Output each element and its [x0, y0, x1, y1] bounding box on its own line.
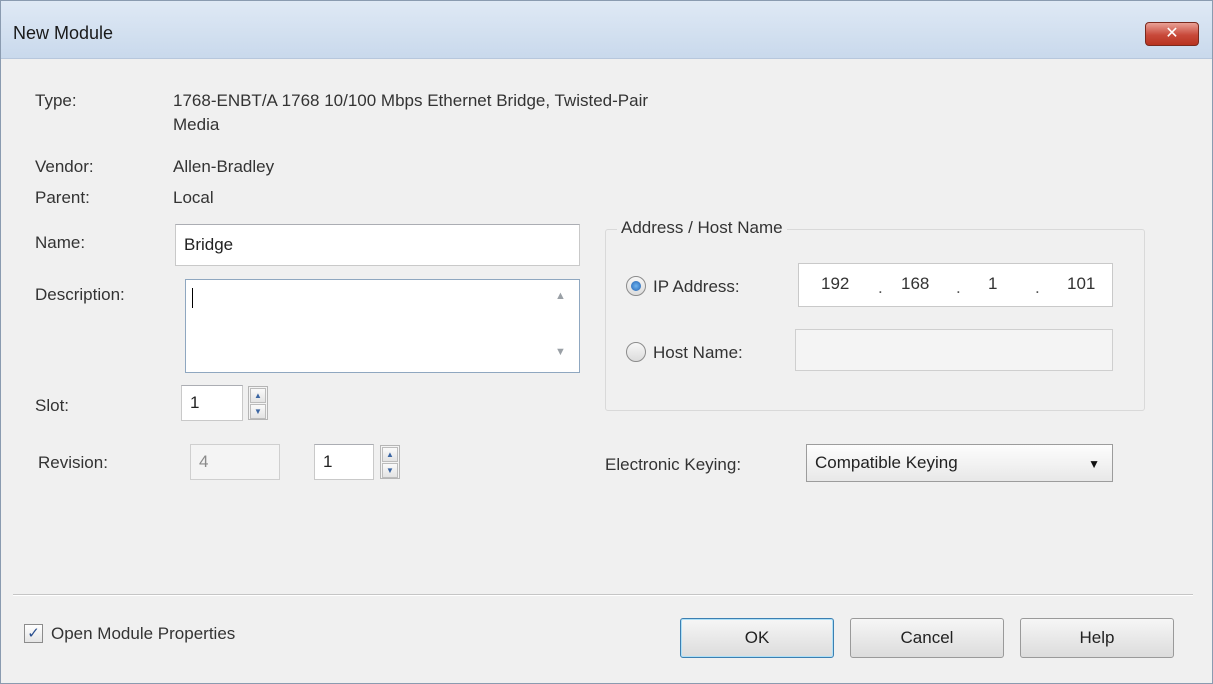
slot-label: Slot: — [35, 396, 70, 415]
spin-up-icon[interactable]: ▲ — [250, 388, 266, 403]
address-groupbox — [605, 229, 1145, 411]
window-title: New Module — [13, 23, 114, 43]
type-value-continued: Media — [173, 115, 220, 134]
host-name-input — [795, 329, 1113, 371]
vendor-label: Vendor: — [35, 157, 94, 176]
electronic-keying-label: Electronic Keying: — [605, 455, 742, 474]
ip-octet-1[interactable]: 192 — [821, 274, 849, 294]
revision-minor-value: 1 — [323, 452, 333, 471]
revision-label: Revision: — [38, 453, 108, 472]
name-label: Name: — [35, 233, 86, 252]
revision-major-input: 4 — [190, 444, 280, 480]
ip-address-label[interactable]: IP Address: — [653, 277, 740, 297]
name-input[interactable]: Bridge — [175, 224, 580, 266]
host-name-label[interactable]: Host Name: — [653, 343, 743, 363]
electronic-keying-value: Compatible Keying — [815, 453, 958, 472]
scroll-down-icon[interactable]: ▼ — [555, 346, 566, 358]
scroll-up-icon[interactable]: ▲ — [555, 290, 566, 302]
description-label: Description: — [35, 285, 125, 304]
chevron-down-icon[interactable]: ▼ — [1088, 457, 1100, 471]
slot-input-value: 1 — [190, 393, 200, 412]
spin-down-icon[interactable]: ▼ — [382, 463, 398, 478]
ip-address-radio[interactable] — [626, 276, 646, 296]
ip-octet-4[interactable]: 101 — [1067, 274, 1095, 294]
revision-spinner[interactable]: ▲ ▼ — [380, 445, 400, 479]
ok-button-label: OK — [744, 628, 770, 647]
close-icon: ✕ — [1165, 25, 1179, 42]
spin-up-icon[interactable]: ▲ — [382, 447, 398, 462]
revision-minor-input[interactable]: 1 — [314, 444, 374, 480]
open-module-properties-checkbox[interactable]: ✓ — [24, 624, 43, 643]
ip-octet-3[interactable]: 1 — [988, 274, 997, 294]
cancel-button-label: Cancel — [900, 628, 954, 647]
parent-label: Parent: — [35, 188, 90, 207]
ip-address-input[interactable]: 192 . 168 . 1 . 101 — [798, 263, 1113, 307]
cancel-button[interactable]: Cancel — [850, 618, 1004, 658]
text-caret — [192, 288, 193, 308]
revision-major-value: 4 — [199, 452, 209, 471]
help-button-label: Help — [1079, 628, 1115, 647]
ip-octet-2[interactable]: 168 — [901, 274, 929, 294]
slot-input[interactable]: 1 — [181, 385, 243, 421]
ip-separator: . — [1035, 278, 1040, 297]
new-module-dialog: New Module ✕ Type: 1768-ENBT/A 1768 10/1… — [0, 0, 1213, 684]
help-button[interactable]: Help — [1020, 618, 1174, 658]
name-input-value: Bridge — [184, 235, 234, 254]
type-label: Type: — [35, 91, 77, 110]
slot-spinner[interactable]: ▲ ▼ — [248, 386, 268, 420]
title-bar[interactable]: New Module ✕ — [1, 1, 1212, 59]
close-button[interactable]: ✕ — [1145, 22, 1199, 46]
checkmark-icon: ✓ — [27, 625, 40, 642]
host-name-radio[interactable] — [626, 342, 646, 362]
vendor-value: Allen-Bradley — [173, 157, 275, 176]
ip-separator: . — [878, 278, 883, 297]
type-value: 1768-ENBT/A 1768 10/100 Mbps Ethernet Br… — [173, 91, 649, 110]
description-scrollbar[interactable]: ▲ ▼ — [543, 280, 579, 372]
footer-divider — [13, 594, 1193, 596]
parent-value: Local — [173, 188, 214, 207]
address-group-title: Address / Host Name — [617, 218, 787, 238]
open-module-properties-label[interactable]: Open Module Properties — [51, 624, 235, 644]
ip-separator: . — [956, 278, 961, 297]
description-input[interactable]: ▲ ▼ — [185, 279, 580, 373]
ok-button[interactable]: OK — [680, 618, 834, 658]
electronic-keying-select[interactable]: Compatible Keying ▼ — [806, 444, 1113, 482]
spin-down-icon[interactable]: ▼ — [250, 404, 266, 419]
